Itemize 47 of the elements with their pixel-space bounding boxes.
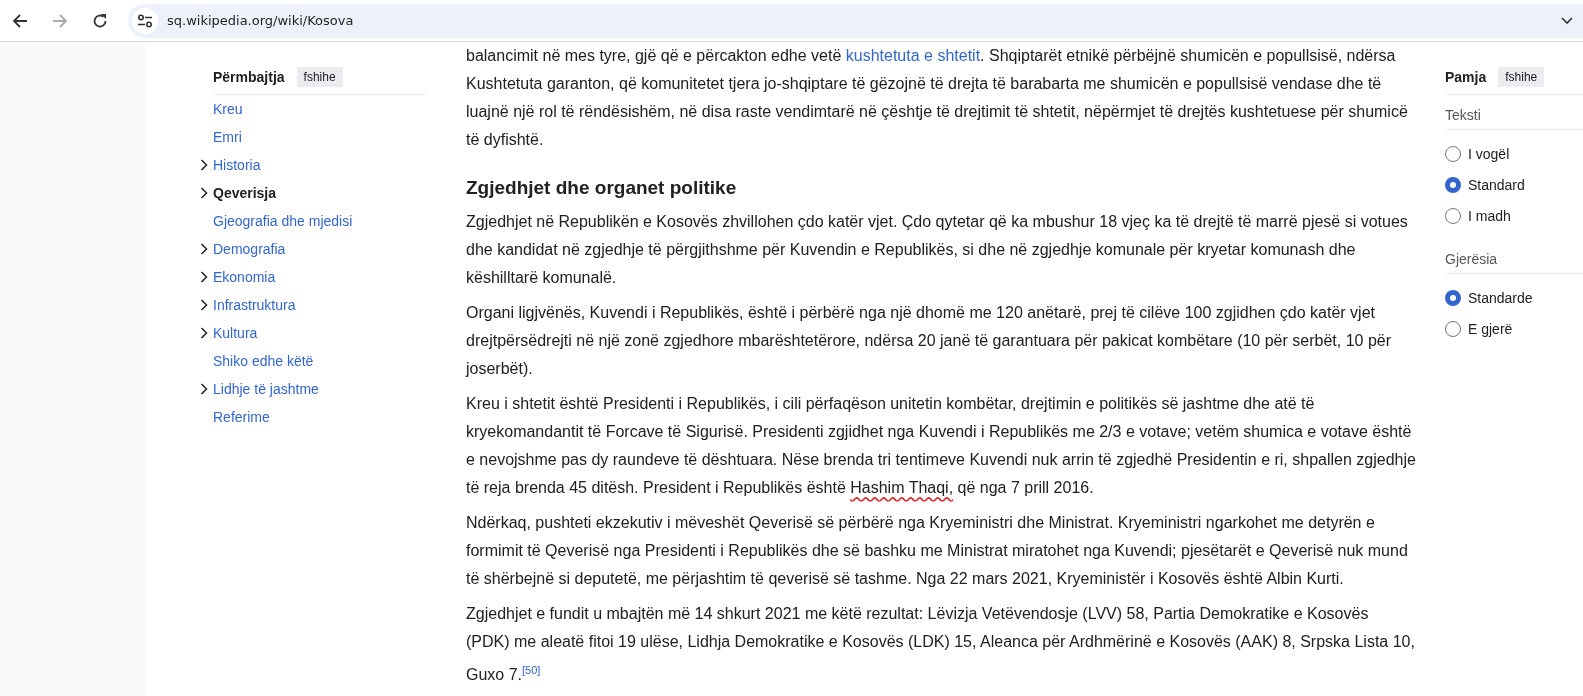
back-arrow-icon — [12, 12, 28, 29]
chevron-icon[interactable] — [200, 159, 208, 171]
toc-item[interactable]: Referime — [213, 409, 270, 425]
option-label: E gjerë — [1468, 320, 1513, 337]
toc-item[interactable]: Shiko edhe këtë — [213, 353, 314, 369]
radio-button[interactable] — [1445, 176, 1461, 193]
paragraph: Kreu i shtetit është Presidenti i Republikës, i cili përfaqëson unitetin kombëtar, drejtimin e politikës së jashtme dhe atë të kryekomandantit të Forcave të Sigurisë. Presidenti zgjidhet nga Kuvendi i Republikës me 2/3 e votave; vetëm shumica e votave është e nevojshme pas dy raundeve të dështuara. Nëse brenda tri tentimeve Kuvendi nuk arrin të zgjedhë Presidentin e ri, shpallen zgjedhje të reja brenda 45 ditësh. President i Republikës është Hashim Thaqi, që nga 7 prill 2016. — [466, 394, 1416, 498]
group-title: Gjerësia — [1445, 245, 1583, 274]
chevron-icon[interactable] — [200, 299, 208, 311]
toc-item[interactable]: Kultura — [213, 325, 258, 341]
chevron-icon[interactable] — [200, 243, 208, 255]
group-title: Teksti — [1445, 101, 1583, 130]
option-label: Standarde — [1468, 289, 1533, 306]
toc-item[interactable]: Ekonomia — [213, 269, 276, 285]
address-bar[interactable]: sq.wikipedia.org/wiki/Kosova — [128, 3, 1583, 38]
paragraph: Organi ligjvënës, Kuvendi i Republikës, është i përbërë nga një dhomë me 120 anëtarë, prej të cilëve 100 zgjidhen çdo katër vjet drejtpërsëdrejti në një zonë zgjedhore mbarështetërore, ndërsa 20 janë të garantuara për pakicat kombëtare (10 për serbët, 10 për joserbët). — [466, 303, 1392, 379]
paragraph: Ndërkaq, pushteti ekzekutiv i mëveshët Qeverisë së përbërë nga Kryeministri dhe Ministrat. Kryeministri ngarkohet me detyrën e formimit të Qeverisë nga Presidenti i Republikës dhe së bashku me Ministrat miratohet nga Kuvendi; pjesëtarët e Qeverisë nuk mund të shërbejnë si deputetë, me përjashtim të qeverisë së tashme. Nga 22 mars 2021, Kryeministër i Kosovës është Albin Kurti. — [466, 513, 1409, 589]
radio-button[interactable] — [1445, 289, 1461, 306]
hide-button[interactable]: fshihe — [1498, 66, 1545, 87]
toc-item[interactable]: Qeverisja — [213, 185, 277, 201]
dropdown-caret-icon[interactable] — [1561, 16, 1573, 25]
paragraph: Zgjedhjet në Republikën e Kosovës zhvillohen çdo katër vjet. Çdo qytetar që ka mbushur 18 vjeç ka të drejtë të marrë pjesë si votues dhe kandidat në zgjedhje të përgjithshme për Kuvendin e Republikës, si dhe në zgjedhje komunale për kryetar komunash dhe këshilltarë komunalë. — [466, 212, 1409, 288]
chevron-icon[interactable] — [200, 187, 208, 199]
footnote-link[interactable]: [50] — [522, 664, 541, 676]
toc-item[interactable]: Kreu — [213, 101, 243, 117]
chevron-icon[interactable] — [200, 271, 208, 283]
section-heading: Zgjedhjet dhe organet politike — [466, 176, 738, 200]
chevron-icon[interactable] — [200, 327, 208, 339]
option-label: I madh — [1468, 207, 1511, 224]
hide-button[interactable]: fshihe — [296, 66, 343, 87]
toc-item[interactable]: Lidhje të jashtme — [213, 381, 319, 397]
url-text: sq.wikipedia.org/wiki/Kosova — [167, 13, 355, 28]
toc-item[interactable]: Demografia — [213, 241, 286, 257]
chevron-icon[interactable] — [200, 383, 208, 395]
toc-item[interactable]: Infrastruktura — [213, 297, 296, 313]
appearance-title: Pamja — [1445, 68, 1487, 85]
toc-item[interactable]: Emri — [213, 129, 242, 145]
site-settings-icon[interactable] — [132, 7, 158, 34]
toc-item[interactable]: Historia — [213, 157, 261, 173]
option-label: Standard — [1468, 176, 1525, 193]
paragraph: Zgjedhjet e fundit u mbajtën më 14 shkurt 2021 me këtë rezultat: Lëvizja Vetëvendosje (LVV) 58, Partia Demokratike e Kosovës (PDK) me aleatë fitoi 19 ulëse, Lidhja Demokratike e Kosovës (LDK) 15, Aleanca për Ardhmërinë e Kosovës (AAK) 8, Srpska Lista 10, Guxo 7.$^{[50]}$ — [466, 604, 1416, 686]
forward-arrow-icon — [52, 12, 68, 29]
option-label: I vogël — [1468, 145, 1510, 162]
toc-title: Përmbajtja — [213, 68, 285, 85]
reload-icon — [92, 12, 108, 29]
toc-item[interactable]: Gjeografia dhe mjedisi — [213, 213, 353, 229]
paragraph: balancimit në mes tyre, gjë që e përcakton edhe vetë kushtetuta e shtetit. Shqiptarët etnikë përbëjnë shumicën e popullsisë, ndërsa Kushtetuta garanton, që komunitetet tjera jo-shqiptare të gëzojnë të drejta të barabarta me shumicën e popullsisë vendase dhe të luajnë një rol të rëndësishëm, në disa raste vendimtarë në çështje të drejtimit të shtetit, nëpërmjet të drejtës kushtetuese për shumicë të dyfishtë. — [466, 46, 1409, 150]
